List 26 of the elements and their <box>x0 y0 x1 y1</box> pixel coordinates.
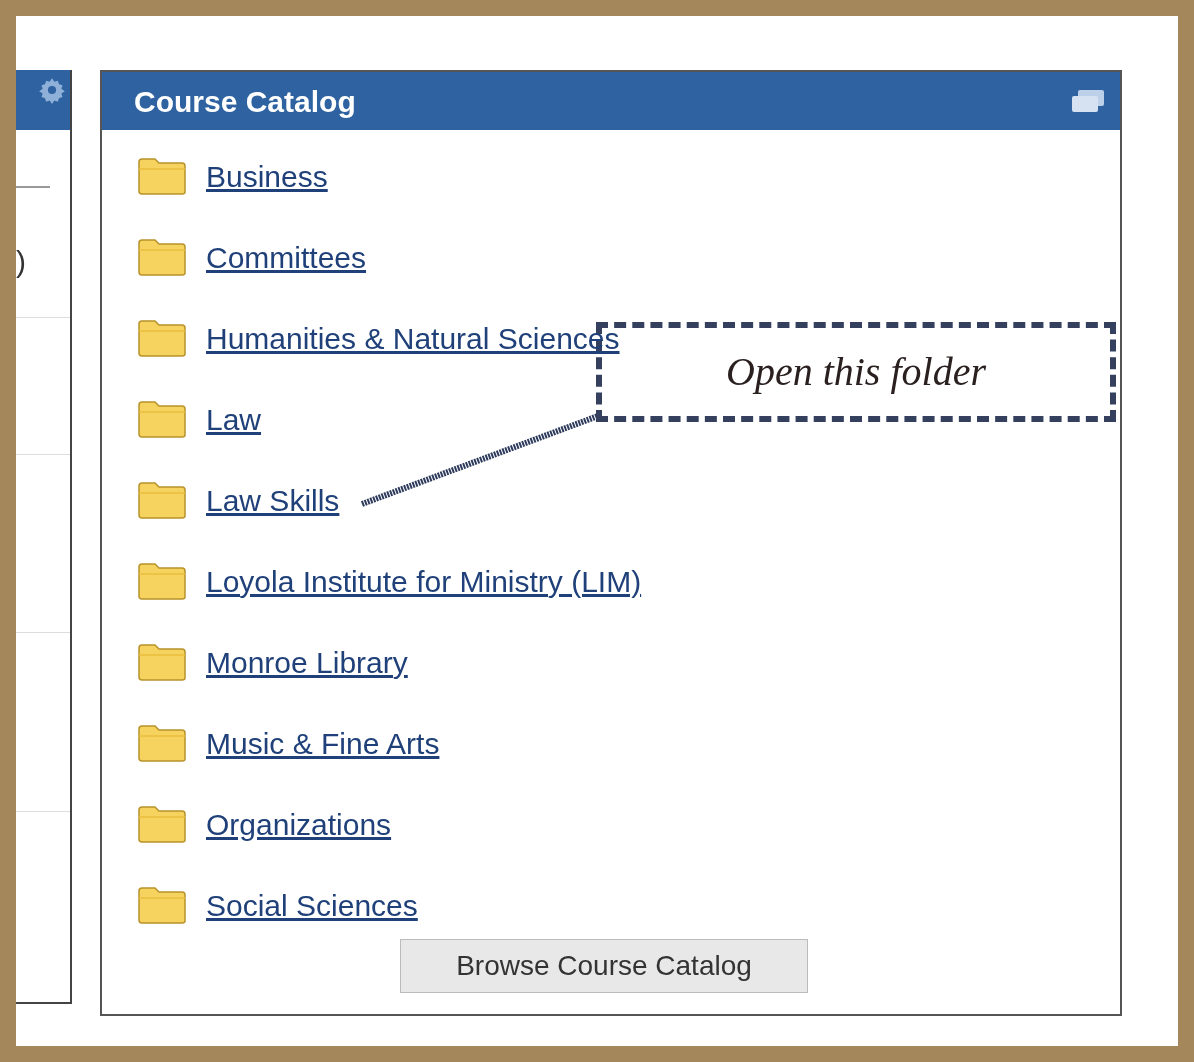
windows-icon[interactable] <box>1070 88 1106 114</box>
folder-link[interactable]: Monroe Library <box>206 639 408 685</box>
folder-icon <box>138 481 186 519</box>
folder-link[interactable]: Loyola Institute for Ministry (LIM) <box>206 558 642 604</box>
folder-link[interactable]: Organizations <box>206 801 392 847</box>
folder-icon <box>138 400 186 438</box>
folder-link[interactable]: Social Sciences <box>206 882 418 928</box>
folder-icon <box>138 319 186 357</box>
callout-text: Open this folder <box>726 348 986 396</box>
folder-icon <box>138 238 186 276</box>
panel-title: Course Catalog <box>134 83 356 120</box>
browse-catalog-button[interactable]: Browse Course Catalog <box>400 939 808 993</box>
folder-link[interactable]: Committees <box>206 234 367 280</box>
folder-link[interactable]: Law <box>206 396 262 442</box>
folder-link[interactable]: Business <box>206 153 328 199</box>
cut-text: ) <box>16 247 26 277</box>
folder-icon <box>138 157 186 195</box>
folder-link[interactable]: Music & Fine Arts <box>206 720 440 766</box>
folder-icon <box>138 805 186 843</box>
folder-icon <box>138 643 186 681</box>
folder-icon <box>138 724 186 762</box>
folder-link[interactable]: Humanities & Natural Sciences <box>206 315 620 361</box>
gear-icon[interactable] <box>38 76 66 104</box>
folder-icon <box>138 886 186 924</box>
folder-link[interactable]: Law Skills <box>206 477 340 523</box>
folder-icon <box>138 562 186 600</box>
